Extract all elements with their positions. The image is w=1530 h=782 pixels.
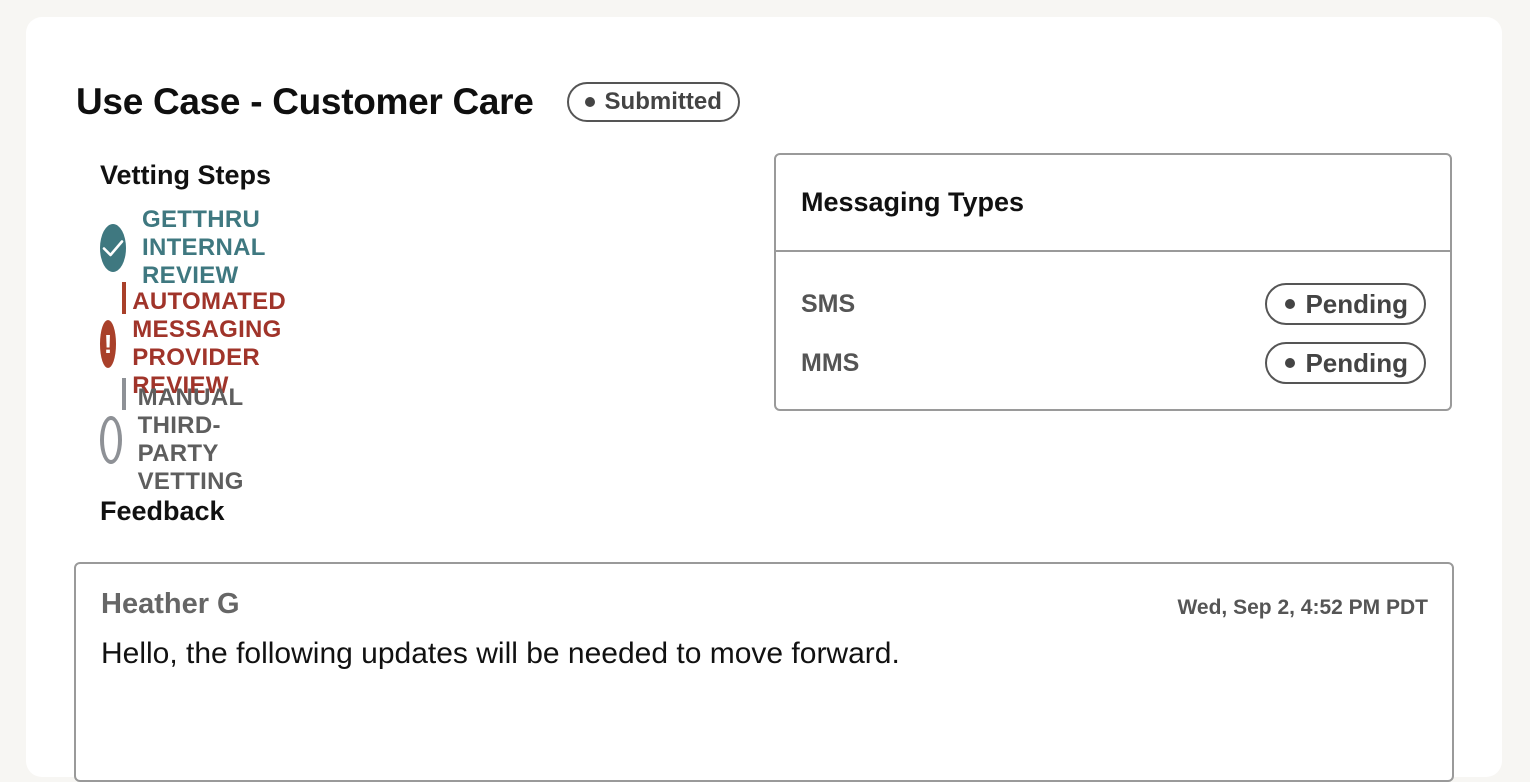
vetting-step-label: GETTHRU INTERNAL REVIEW [142, 206, 266, 289]
messaging-types-heading: Messaging Types [776, 155, 1450, 252]
vetting-steps-heading: Vetting Steps [100, 160, 272, 190]
feedback-author: Heather G [101, 588, 240, 620]
feedback-heading: Feedback [100, 496, 225, 526]
messaging-status-badge: Pending [1265, 283, 1426, 325]
messaging-type-label: MMS [801, 348, 860, 377]
status-dot-icon [1285, 358, 1296, 368]
messaging-status-label: Pending [1305, 288, 1408, 319]
status-badge: Submitted [566, 82, 740, 122]
messaging-type-row-mms: MMS Pending [801, 342, 1426, 384]
title-row: Use Case - Customer Care Submitted [76, 79, 740, 125]
status-dot-icon [1285, 299, 1296, 309]
status-dot-icon [584, 97, 595, 107]
status-badge-label: Submitted [604, 88, 722, 115]
vetting-step-label: MANUAL THIRD-PARTY VETTING [137, 384, 244, 495]
messaging-type-row-sms: SMS Pending [801, 283, 1426, 325]
messaging-types-panel: Messaging Types SMS Pending MMS Pending [774, 153, 1452, 411]
check-icon [100, 224, 126, 272]
exclamation-icon: ! [100, 320, 117, 368]
messaging-status-badge: Pending [1265, 342, 1426, 384]
step-connector [122, 378, 126, 410]
messaging-status-label: Pending [1305, 347, 1408, 378]
use-case-card: Use Case - Customer Care Submitted Vetti… [26, 17, 1502, 782]
vetting-step-manual-vetting: MANUAL THIRD-PARTY VETTING [100, 384, 270, 495]
step-connector [122, 282, 126, 314]
messaging-type-label: SMS [801, 289, 856, 318]
feedback-message: Hello, the following updates will be nee… [101, 637, 900, 670]
feedback-timestamp: Wed, Sep 2, 4:52 PM PDT [1177, 596, 1428, 619]
page-title: Use Case - Customer Care [76, 81, 534, 122]
vetting-step-internal-review: GETTHRU INTERNAL REVIEW [100, 206, 287, 289]
empty-circle-icon [100, 416, 122, 464]
vetting-step-automated-review: ! AUTOMATED MESSAGING PROVIDER REVIEW [100, 288, 318, 399]
feedback-entry: Heather G Wed, Sep 2, 4:52 PM PDT Hello,… [74, 562, 1454, 782]
